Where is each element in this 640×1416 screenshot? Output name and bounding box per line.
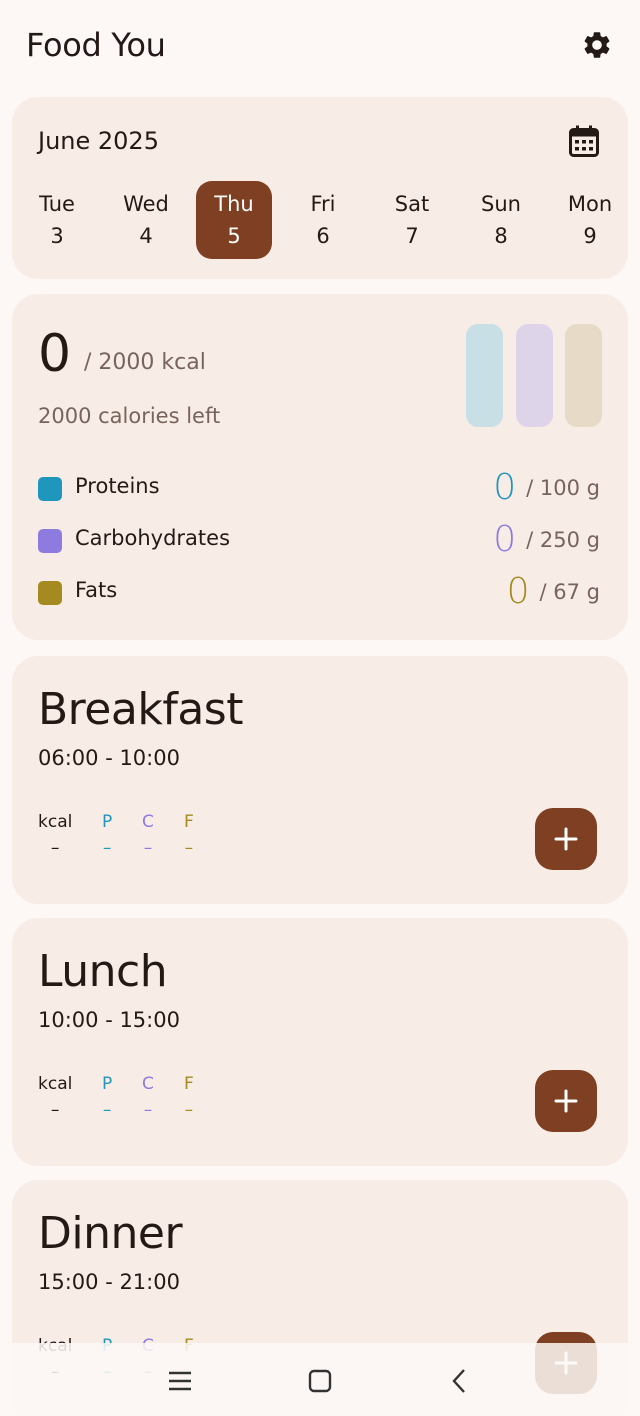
square-icon xyxy=(308,1369,332,1393)
day-date: 6 xyxy=(316,224,330,248)
month-label: June 2025 xyxy=(38,127,159,155)
gear-icon xyxy=(584,32,610,58)
macro-value-group: 0 / 100 g xyxy=(493,467,600,508)
meal-card-breakfast[interactable]: Breakfast 06:00 - 10:00 kcal – P – C – F – xyxy=(12,656,628,904)
proteins-swatch xyxy=(38,477,62,501)
day-mon[interactable]: Mon 9 xyxy=(552,181,628,259)
nav-back-button[interactable] xyxy=(443,1365,475,1397)
add-food-button[interactable] xyxy=(535,1070,597,1132)
nutrient-label: C xyxy=(142,812,154,832)
day-weekday: Wed xyxy=(123,192,169,216)
macro-row-proteins: Proteins 0 / 100 g xyxy=(38,467,604,508)
calendar-icon xyxy=(569,125,599,157)
add-food-button[interactable] xyxy=(535,808,597,870)
meal-time: 06:00 - 10:00 xyxy=(38,746,180,770)
macro-row-carbohydrates: Carbohydrates 0 / 250 g xyxy=(38,519,604,560)
macro-goal: / 67 g xyxy=(539,579,600,604)
plus-icon xyxy=(554,1089,578,1113)
nutrient-value: – xyxy=(50,838,60,858)
fats-swatch xyxy=(38,581,62,605)
nutrient-value: – xyxy=(102,838,112,858)
app-bar: Food You xyxy=(0,0,640,92)
day-weekday: Sun xyxy=(481,192,521,216)
day-wed[interactable]: Wed 4 xyxy=(108,181,184,259)
fats-progress-bar xyxy=(565,324,602,427)
day-date: 8 xyxy=(494,224,508,248)
meal-name: Dinner xyxy=(38,1208,183,1259)
system-nav-bar xyxy=(0,1343,640,1416)
day-weekday: Sat xyxy=(394,192,430,216)
calendar-card: June 2025 Tue 3 Wed 4 Thu 5 Fri 6 Sat 7 xyxy=(12,97,628,279)
macro-goal: / 250 g xyxy=(526,527,600,552)
nutrient-label: kcal xyxy=(38,1074,73,1094)
meal-name: Breakfast xyxy=(38,684,243,735)
macro-value: 0 xyxy=(506,571,530,612)
day-date: 9 xyxy=(583,224,597,248)
day-sat[interactable]: Sat 7 xyxy=(374,181,450,259)
nutrient-label: P xyxy=(102,812,113,832)
macro-name: Proteins xyxy=(75,474,160,498)
nutrient-label: F xyxy=(184,1074,194,1094)
meal-kcal: kcal – xyxy=(38,812,72,858)
nutrient-value: – xyxy=(50,1100,60,1120)
macro-row-fats: Fats 0 / 67 g xyxy=(38,571,604,612)
day-date: 3 xyxy=(50,224,64,248)
nav-menu-button[interactable] xyxy=(164,1365,196,1397)
meal-time: 15:00 - 21:00 xyxy=(38,1270,180,1294)
day-sun[interactable]: Sun 8 xyxy=(463,181,539,259)
day-date: 4 xyxy=(139,224,153,248)
macro-name: Fats xyxy=(75,578,118,602)
day-weekday: Fri xyxy=(310,192,336,216)
nav-home-button[interactable] xyxy=(304,1365,336,1397)
day-tue[interactable]: Tue 3 xyxy=(19,181,95,259)
day-thu-selected[interactable]: Thu 5 xyxy=(196,181,272,259)
app-title: Food You xyxy=(26,26,166,64)
macro-value-group: 0 / 67 g xyxy=(507,571,600,612)
meal-fats: F– xyxy=(184,812,194,858)
nutrient-value: – xyxy=(143,838,153,858)
kcal-left: 2000 calories left xyxy=(38,404,221,428)
day-weekday: Mon xyxy=(567,192,613,216)
calendar-button[interactable] xyxy=(566,123,602,159)
day-date: 7 xyxy=(405,224,419,248)
macro-value-group: 0 / 250 g xyxy=(493,519,600,560)
settings-button[interactable] xyxy=(576,24,618,66)
nutrient-value: – xyxy=(102,1100,112,1120)
menu-icon xyxy=(169,1371,191,1391)
meal-fats: F– xyxy=(184,1074,194,1120)
carbs-progress-bar xyxy=(516,324,553,427)
macro-name: Carbohydrates xyxy=(75,526,231,550)
day-fri[interactable]: Fri 6 xyxy=(285,181,361,259)
meal-card-lunch[interactable]: Lunch 10:00 - 15:00 kcal – P – C – F – xyxy=(12,918,628,1166)
back-chevron-icon xyxy=(452,1369,465,1393)
nutrient-value: – xyxy=(143,1100,153,1120)
macro-value: 0 xyxy=(493,467,517,508)
nutrient-label: P xyxy=(102,1074,113,1094)
meal-time: 10:00 - 15:00 xyxy=(38,1008,180,1032)
nutrient-value: – xyxy=(184,1100,194,1120)
carbohydrates-swatch xyxy=(38,529,62,553)
macro-goal: / 100 g xyxy=(526,475,600,500)
nutrition-summary-card[interactable]: 0 / 2000 kcal 2000 calories left Protein… xyxy=(12,294,628,640)
kcal-value: 0 xyxy=(38,324,72,384)
nutrient-label: C xyxy=(142,1074,154,1094)
protein-progress-bar xyxy=(466,324,503,427)
nutrient-value: – xyxy=(184,838,194,858)
plus-icon xyxy=(554,827,578,851)
meal-protein: P– xyxy=(102,812,112,858)
nutrient-label: F xyxy=(184,812,194,832)
day-weekday: Thu xyxy=(214,192,254,216)
meal-carbs: C– xyxy=(142,1074,154,1120)
kcal-goal: / 2000 kcal xyxy=(84,350,206,375)
meal-kcal: kcal – xyxy=(38,1074,72,1120)
meal-carbs: C– xyxy=(142,812,154,858)
nutrient-label: kcal xyxy=(38,812,73,832)
day-weekday: Tue xyxy=(39,192,75,216)
macro-value: 0 xyxy=(493,519,517,560)
day-date: 5 xyxy=(227,224,241,248)
meal-protein: P– xyxy=(102,1074,112,1120)
meal-name: Lunch xyxy=(38,946,168,997)
